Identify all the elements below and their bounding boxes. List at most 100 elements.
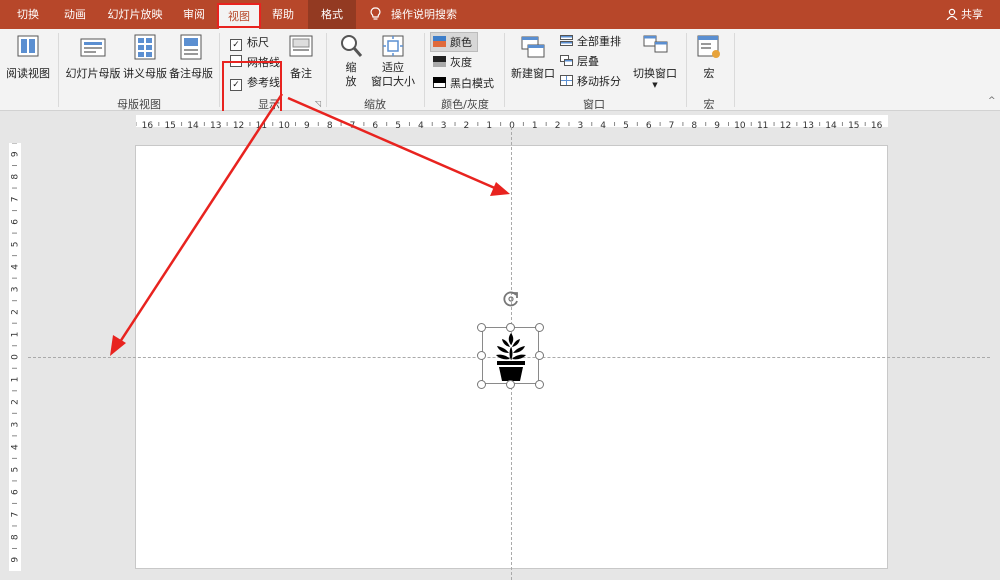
ruler-tick-label: 5: [395, 121, 401, 130]
switch-windows-button[interactable]: 切换窗口 ▼: [630, 33, 680, 90]
separator: [58, 33, 59, 107]
black-white-button[interactable]: 黑白模式: [433, 75, 494, 91]
ruler-tick-label: 16: [142, 121, 154, 130]
macros-button[interactable]: 宏: [692, 33, 726, 81]
gridlines-checkbox[interactable]: 网格线: [230, 54, 280, 70]
resize-handle-bottom-right[interactable]: [535, 380, 544, 389]
ruler-tick-label: 10: [734, 121, 746, 130]
separator: [326, 33, 327, 107]
ruler-tick-label: 3: [441, 121, 447, 130]
checkbox-gridlines-box: [230, 55, 242, 67]
switch-windows-label: 切换窗口: [633, 67, 677, 80]
fit-window-icon: [382, 35, 404, 57]
ruler-checkbox[interactable]: ✓ 标尺: [230, 34, 269, 51]
tab-transitions[interactable]: 切换: [8, 0, 48, 29]
rotate-handle-icon[interactable]: [501, 289, 521, 309]
notes-button[interactable]: 备注: [286, 33, 316, 81]
magnifier-icon: [341, 35, 363, 57]
vertical-ruler: 9 8 7 6 5 4 3 2 1 0 1 2 3 4 5 6 7 8 9: [9, 142, 21, 571]
show-dialog-launcher-icon[interactable]: ◹: [315, 99, 321, 108]
ruler-tick-label: 4: [418, 121, 424, 130]
arrange-all-button[interactable]: 全部重排: [560, 33, 621, 49]
reading-view-button[interactable]: 阅读视图: [4, 33, 52, 81]
resize-handle-top-right[interactable]: [535, 323, 544, 332]
ruler-tick-label: 8: [11, 534, 21, 540]
ruler-tick-label: 7: [11, 196, 21, 202]
cascade-button[interactable]: 层叠: [560, 53, 599, 69]
ruler-tick-label: 8: [11, 174, 21, 180]
guides-label: 参考线: [247, 76, 280, 89]
notes-master-button[interactable]: 备注母版: [168, 33, 214, 81]
color-button[interactable]: 颜色: [430, 32, 478, 52]
tab-format[interactable]: 格式: [308, 0, 356, 29]
ruler-tick-label: 10: [278, 121, 290, 130]
person-icon: [946, 8, 958, 21]
resize-handle-bottom[interactable]: [506, 380, 515, 389]
resize-handle-top[interactable]: [506, 323, 515, 332]
ruler-tick-label: 7: [669, 121, 675, 130]
new-window-label: 新建窗口: [511, 67, 555, 80]
tell-me-search[interactable]: 操作说明搜索: [370, 0, 470, 29]
arrange-all-label: 全部重排: [577, 35, 621, 48]
fit-to-window-button[interactable]: 适应 窗口大小: [370, 33, 416, 89]
ruler-tick-label: 9: [11, 557, 21, 563]
ruler-tick-label: 4: [11, 444, 21, 450]
notes-master-icon: [180, 34, 202, 60]
black-white-label: 黑白模式: [450, 77, 494, 90]
horizontal-ruler: 16 15 14 13 12 11 10 9 8 7 6 5 4 3 2 1 0 1 2 3 4 5 6 7 8 9 10 11 12 1…: [135, 115, 888, 131]
collapse-ribbon-icon[interactable]: ^: [988, 96, 996, 106]
checkbox-guides-box: ✓: [230, 79, 242, 91]
ruler-tick-label: 5: [623, 121, 629, 130]
resize-handle-top-left[interactable]: [477, 323, 486, 332]
ruler-tick-label: 9: [714, 121, 720, 130]
ruler-tick-label: 2: [555, 121, 561, 130]
ruler-tick-label: 4: [11, 264, 21, 270]
ruler-tick-label: 11: [256, 121, 267, 130]
ruler-tick-label: 5: [11, 242, 21, 248]
handout-master-label: 讲义母版: [123, 67, 167, 80]
tab-slideshow[interactable]: 幻灯片放映: [100, 0, 170, 29]
ribbon-tab-bar: 切换 动画 幻灯片放映 审阅 视图 帮助 格式 操作说明搜索 共享: [0, 0, 1000, 29]
group-label-master-views: 母版视图: [117, 98, 161, 111]
slide-master-button[interactable]: 幻灯片母版: [64, 33, 122, 81]
group-label-show: 显示: [258, 98, 280, 111]
move-split-label: 移动拆分: [577, 75, 621, 88]
ribbon: 阅读视图 幻灯片母版 讲义母版 备注母版 母版视图 ✓ 标尺 网格线 ✓ 参考线…: [0, 29, 1000, 120]
macros-label: 宏: [703, 67, 715, 80]
potted-plant-icon[interactable]: [492, 330, 530, 382]
ruler-tick-label: 9: [304, 121, 310, 130]
ruler-tick-label: 11: [757, 121, 768, 130]
fit-label-1: 适应: [382, 61, 404, 74]
ruler-tick-label: 1: [11, 377, 21, 383]
separator: [504, 33, 505, 107]
resize-handle-bottom-left[interactable]: [477, 380, 486, 389]
ruler-tick-label: 6: [372, 121, 378, 130]
zoom-button[interactable]: 缩 放: [334, 33, 368, 89]
tab-review[interactable]: 审阅: [174, 0, 214, 29]
group-label-macros: 宏: [703, 98, 715, 111]
ruler-tick-label: 0: [11, 354, 21, 360]
tab-view[interactable]: 视图: [219, 4, 259, 29]
ruler-tick-label: 12: [233, 121, 244, 130]
ruler-tick-label: 16: [871, 121, 883, 130]
resize-handle-right[interactable]: [535, 351, 544, 360]
ruler-tick-label: 5: [11, 467, 21, 473]
tab-help[interactable]: 帮助: [263, 0, 303, 29]
handout-master-button[interactable]: 讲义母版: [122, 33, 168, 81]
resize-handle-left[interactable]: [477, 351, 486, 360]
separator: [219, 33, 220, 107]
notes-icon: [289, 35, 313, 57]
tab-animations[interactable]: 动画: [52, 0, 98, 29]
black-white-swatch-icon: [433, 77, 446, 88]
new-window-button[interactable]: 新建窗口: [510, 33, 556, 81]
share-button[interactable]: 共享: [946, 0, 992, 29]
move-split-icon: [560, 75, 573, 86]
grayscale-button[interactable]: 灰度: [433, 54, 472, 70]
checkbox-ruler-box: ✓: [230, 39, 242, 51]
grayscale-label: 灰度: [450, 56, 472, 69]
ruler-tick-label: 1: [486, 121, 492, 130]
ruler-tick-label: 1: [11, 332, 21, 338]
guides-checkbox[interactable]: ✓ 参考线: [230, 74, 280, 91]
move-split-button[interactable]: 移动拆分: [560, 73, 621, 89]
ruler-tick-label: 14: [825, 121, 837, 130]
